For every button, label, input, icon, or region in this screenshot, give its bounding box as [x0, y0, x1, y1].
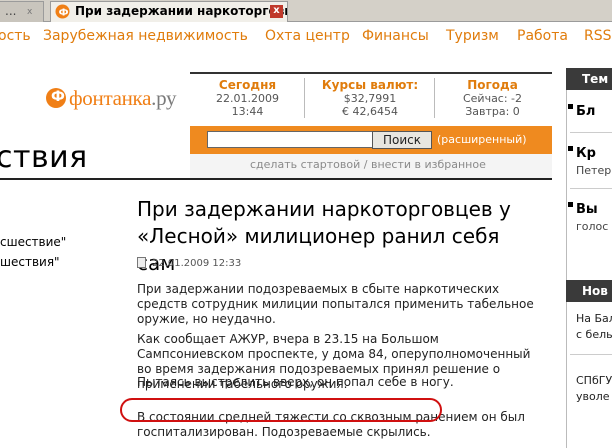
right-item-3[interactable]: Вы: [576, 202, 612, 217]
right-item-1[interactable]: Бл: [576, 104, 612, 119]
header-rule: [0, 178, 552, 180]
nav-item-finance[interactable]: Финансы: [362, 28, 429, 44]
site-nav: ость Зарубежная недвижимость Охта центр …: [0, 28, 612, 50]
start-page-link[interactable]: сделать стартовой / внести в избранное: [250, 158, 486, 171]
nav-item-tourism[interactable]: Туризм: [446, 28, 499, 44]
tab-close-icon[interactable]: x: [270, 5, 283, 18]
usd-rate: $32,7991: [343, 92, 397, 105]
info-divider: [190, 72, 552, 74]
browser-tab-inactive[interactable]: ... x: [0, 1, 44, 22]
bullet-icon: [568, 104, 573, 109]
right-news-1[interactable]: На Бал: [576, 312, 612, 325]
nav-item-rss[interactable]: RSS: [584, 28, 612, 44]
browser-tab-strip: ... x Ф При задержании наркоторговц x: [0, 0, 612, 22]
today-time: 13:44: [231, 105, 264, 118]
eur-rate: € 42,6454: [342, 105, 398, 118]
svg-text:Ф: Ф: [59, 8, 69, 19]
left-link-0[interactable]: сшествие": [0, 232, 66, 252]
article-dateline: 22.01.2009 12:33: [137, 257, 241, 269]
rates-label: Курсы валют:: [321, 78, 419, 92]
today-block: Сегодня 22.01.2009 13:44: [195, 78, 300, 118]
right-news-2b[interactable]: уволе: [576, 390, 612, 403]
weather-label: Погода: [467, 78, 518, 92]
inactive-tab-label: ...: [5, 4, 17, 18]
article-paragraph: При задержании подозреваемых в сбыте нар…: [137, 282, 534, 326]
right-item-3-sub: голос: [576, 220, 609, 233]
print-document-icon[interactable]: [137, 257, 146, 268]
nav-item-0[interactable]: ость: [0, 28, 31, 44]
weather-now: Сейчас: -2: [462, 92, 523, 105]
right-divider: [570, 354, 612, 355]
section-title: ствия: [0, 140, 88, 175]
left-column: сшествие" шествия": [0, 232, 66, 272]
inactive-tab-close-icon[interactable]: x: [27, 8, 37, 18]
weather-tomorrow: Завтра: 0: [465, 105, 520, 118]
info-separator: [434, 78, 435, 118]
right-news-1b[interactable]: с бель: [576, 328, 612, 341]
right-news-2[interactable]: СПбГУ: [576, 374, 612, 387]
logo-badge-icon: Ф: [46, 88, 66, 108]
browser-tab-active[interactable]: Ф При задержании наркоторговц x: [50, 1, 288, 22]
right-heading-topics: Тем: [566, 68, 612, 90]
red-highlight-ellipse: [120, 398, 442, 422]
article-date: 22.01.2009 12:33: [152, 258, 242, 269]
right-item-2-sub: Петер: [576, 164, 612, 177]
active-tab-label: При задержании наркоторговц: [75, 4, 288, 18]
start-page-bar: сделать стартовой / внести в избранное: [190, 154, 552, 178]
weather-block[interactable]: Погода Сейчас: -2 Завтра: 0: [440, 78, 545, 118]
right-heading-news: Нов: [566, 280, 612, 302]
bullet-icon: [568, 146, 573, 151]
nav-item-okhta[interactable]: Охта центр: [265, 28, 350, 44]
extended-search-link[interactable]: (расширенный): [437, 133, 527, 146]
logo-wordmark: фонтанка.ру: [69, 86, 177, 110]
today-label: Сегодня: [218, 78, 277, 92]
right-divider: [570, 132, 612, 133]
search-button[interactable]: Поиск: [372, 131, 432, 149]
right-sidebar: Тем Бл Кр Петер Вы голос Нов На Бал с бе…: [566, 68, 612, 448]
today-date: 22.01.2009: [216, 92, 279, 105]
left-link-1[interactable]: шествия": [0, 252, 66, 272]
right-sidebar-border: [566, 68, 572, 448]
bullet-icon: [568, 202, 573, 207]
right-item-2[interactable]: Кр: [576, 146, 612, 161]
right-divider: [570, 188, 612, 189]
nav-item-jobs[interactable]: Работа: [517, 28, 568, 44]
site-favicon-icon: Ф: [55, 4, 70, 19]
article-paragraph-highlighted: Пытаясь выстрелить вверх, он попал себе …: [137, 375, 454, 389]
info-separator: [304, 78, 305, 118]
currency-block[interactable]: Курсы валют: $32,7991 € 42,6454: [310, 78, 430, 118]
search-input[interactable]: [207, 131, 373, 148]
nav-item-real-estate[interactable]: Зарубежная недвижимость: [43, 28, 248, 44]
